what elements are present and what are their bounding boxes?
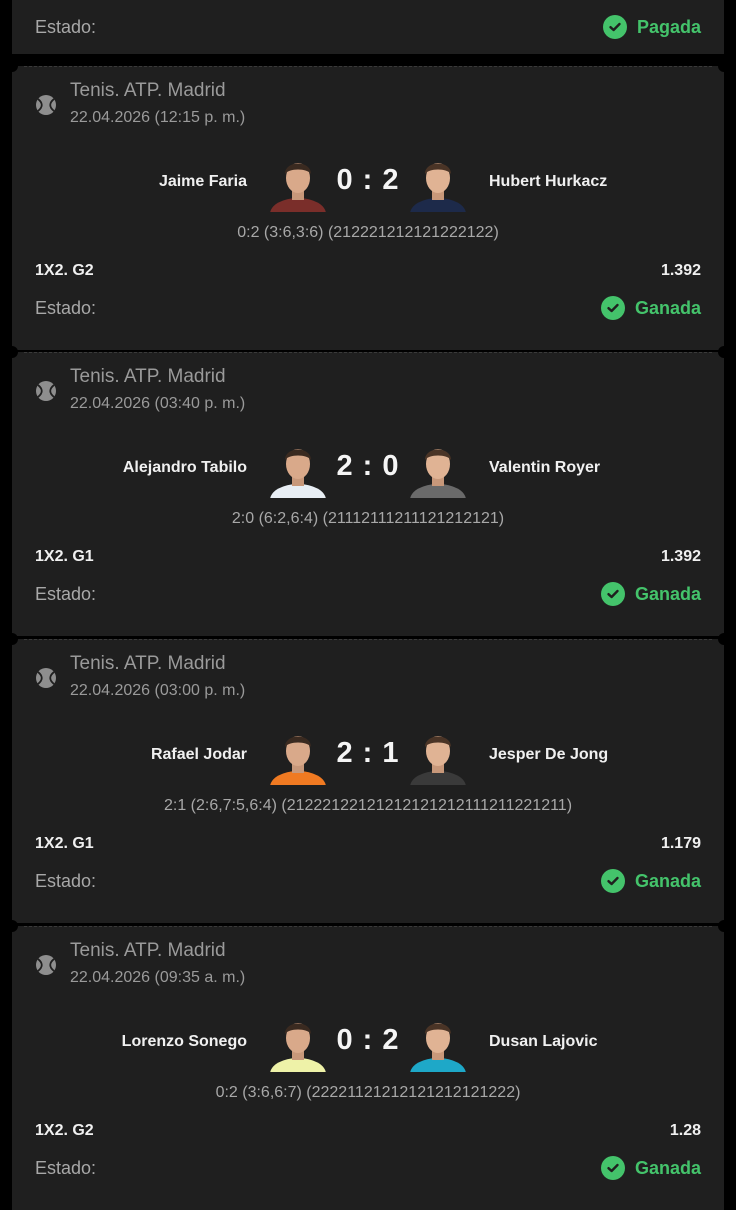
status-badge: Ganada (600, 582, 701, 606)
match-card[interactable]: Tenis. ATP. Madrid 22.04.2026 (12:15 p. … (6, 60, 730, 350)
divider (24, 926, 712, 927)
check-circle-icon (600, 296, 625, 320)
ticket-notch-left (6, 60, 18, 72)
check-circle-icon (600, 869, 625, 893)
player2-avatar (410, 163, 466, 212)
player2-name: Jesper De Jong (489, 746, 609, 763)
bet-status-row: Estado: Ganada (35, 582, 701, 606)
status-text: Pagada (636, 16, 701, 37)
estado-label: Estado: (35, 1157, 97, 1178)
player2-avatar (410, 736, 466, 785)
match-score: 2 : 1 (336, 737, 400, 769)
league-name: Tenis. ATP. Madrid (70, 653, 226, 674)
bet-market: 1X2. G2 (35, 1122, 94, 1139)
status-text: Ganada (634, 1157, 701, 1178)
bet-market: 1X2. G2 (35, 262, 94, 279)
bet-status-row: Estado: Pagada (35, 15, 701, 39)
check-circle-icon (600, 1156, 625, 1180)
bet-status-row: Estado: Ganada (35, 869, 701, 893)
divider (24, 352, 712, 353)
score-detail: 2:0 (6:2,6:4) (21112111211121212121) (231, 510, 505, 527)
match-card[interactable]: Tenis. ATP. Madrid 22.04.2026 (03:00 p. … (6, 633, 730, 923)
player2-name: Dusan Lajovic (489, 1033, 598, 1050)
ticket-notch-right (718, 633, 730, 645)
player1-name: Alejandro Tabilo (122, 459, 247, 476)
estado-label: Estado: (35, 297, 97, 318)
ticket-notch-left (6, 633, 18, 645)
bet-odds: 1.179 (660, 835, 701, 852)
league-name: Tenis. ATP. Madrid (70, 940, 226, 961)
ticket-notch-right (718, 920, 730, 932)
player2-name: Hubert Hurkacz (489, 173, 608, 190)
player2-avatar (410, 449, 466, 498)
bet-market: 1X2. G1 (35, 548, 94, 565)
match-card[interactable]: Tenis. ATP. Madrid 22.04.2026 (03:40 p. … (6, 346, 730, 636)
status-text: Ganada (634, 870, 701, 891)
player1-avatar (270, 736, 326, 785)
player1-name: Lorenzo Sonego (121, 1033, 247, 1050)
player1-name: Rafael Jodar (150, 746, 247, 763)
ticket-notch-right (718, 346, 730, 358)
ticket-notch-left (6, 920, 18, 932)
bet-odds: 1.392 (660, 548, 701, 565)
status-badge: Ganada (600, 869, 701, 893)
match-score: 0 : 2 (336, 1024, 400, 1056)
status-badge: Ganada (600, 1156, 701, 1180)
match-date: 22.04.2026 (12:15 p. m.) (70, 109, 246, 126)
ticket-notch-right (718, 60, 730, 72)
player1-avatar (270, 1023, 326, 1072)
bet-market: 1X2. G1 (35, 835, 94, 852)
match-card[interactable]: Tenis. ATP. Madrid 22.04.2026 (09:35 a. … (6, 920, 730, 1210)
player1-name: Jaime Faria (158, 173, 247, 190)
player2-name: Valentin Royer (489, 459, 601, 476)
ticket-notch-left (6, 346, 18, 358)
score-detail: 0:2 (3:6,3:6) (212221212121222122) (237, 224, 499, 241)
check-circle-icon (600, 582, 625, 606)
match-date: 22.04.2026 (03:40 p. m.) (70, 395, 246, 412)
bet-summary-card: Estado: Pagada (12, 0, 724, 54)
status-badge: Ganada (600, 296, 701, 320)
tennis-ball-icon (36, 955, 56, 975)
status-badge: Pagada (602, 15, 701, 39)
player1-avatar (270, 449, 326, 498)
estado-label: Estado: (35, 870, 97, 891)
status-text: Ganada (634, 583, 701, 604)
bet-odds: 1.28 (669, 1122, 701, 1139)
check-circle-icon (602, 15, 627, 39)
player1-avatar (270, 163, 326, 212)
status-text: Ganada (634, 297, 701, 318)
player2-avatar (410, 1023, 466, 1072)
tennis-ball-icon (36, 668, 56, 688)
divider (24, 66, 712, 67)
score-detail: 0:2 (3:6,6:7) (22221121212121212121222) (215, 1084, 521, 1101)
match-score: 2 : 0 (336, 450, 400, 482)
tennis-ball-icon (36, 381, 56, 401)
bet-odds: 1.392 (660, 262, 701, 279)
estado-label: Estado: (35, 583, 97, 604)
bet-status-row: Estado: Ganada (35, 296, 701, 320)
bet-status-row: Estado: Ganada (35, 1156, 701, 1180)
match-date: 22.04.2026 (09:35 a. m.) (70, 969, 246, 986)
estado-label: Estado: (35, 16, 97, 37)
tennis-ball-icon (36, 95, 56, 115)
divider (24, 639, 712, 640)
match-date: 22.04.2026 (03:00 p. m.) (70, 682, 246, 699)
match-score: 0 : 2 (336, 164, 400, 196)
score-detail: 2:1 (2:6,7:5,6:4) (212221221212121212121… (163, 797, 573, 814)
league-name: Tenis. ATP. Madrid (70, 366, 226, 387)
league-name: Tenis. ATP. Madrid (70, 80, 226, 101)
